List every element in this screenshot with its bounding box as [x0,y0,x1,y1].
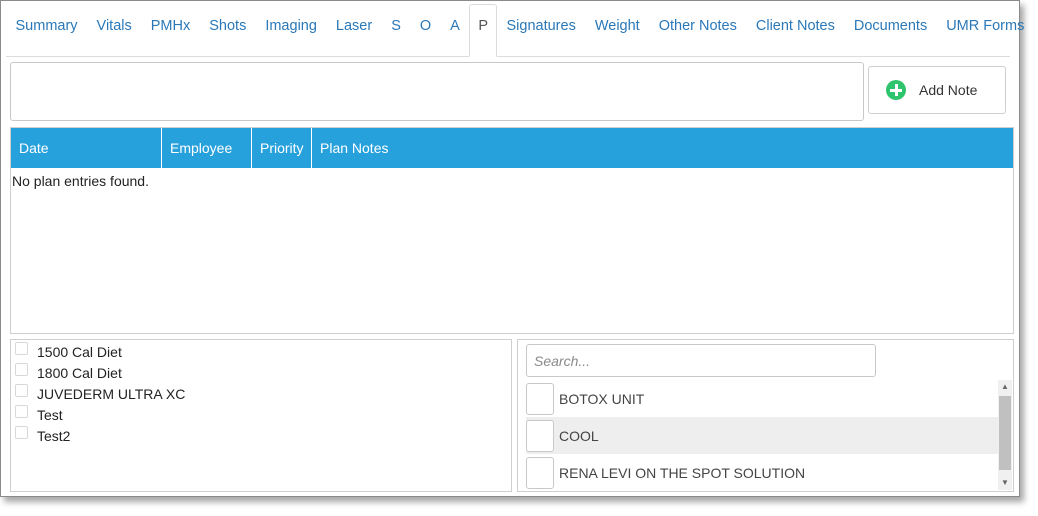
tab-a[interactable]: A [441,4,470,48]
checklist-label: 1500 Cal Diet [37,343,122,360]
tab-laser[interactable]: Laser [326,4,381,48]
list-item[interactable]: COOL [526,417,998,454]
list-item[interactable]: 1800 Cal Diet [11,362,511,383]
checkbox[interactable] [526,419,554,452]
checkbox[interactable] [15,405,28,418]
checklist-label: 1800 Cal Diet [37,364,122,381]
list-item[interactable]: JUVEDERM ULTRA XC [11,383,511,404]
tab-summary[interactable]: Summary [6,4,87,48]
scroll-down-arrow-icon[interactable]: ▼ [998,476,1012,490]
search-results-list: BOTOX UNIT COOL RENA LEVI ON THE SPOT SO… [526,380,998,491]
scroll-up-arrow-icon[interactable]: ▲ [998,380,1012,394]
tab-bar: Summary Vitals PMHx Shots Imaging Laser … [6,4,1024,57]
option-label: COOL [559,427,599,444]
list-item[interactable]: RENA LEVI ON THE SPOT SOLUTION [526,454,998,491]
tab-other-notes[interactable]: Other Notes [649,4,746,48]
checklist-label: Test [37,406,63,423]
product-search-panel: BOTOX UNIT COOL RENA LEVI ON THE SPOT SO… [517,339,1014,492]
plan-checklist: 1500 Cal Diet 1800 Cal Diet JUVEDERM ULT… [10,339,512,492]
plan-note-input[interactable] [10,62,864,121]
checklist-label: JUVEDERM ULTRA XC [37,385,186,402]
tab-pmhx[interactable]: PMHx [141,4,199,48]
checkbox[interactable] [15,426,28,439]
option-label: BOTOX UNIT [559,390,645,407]
column-header-plan-notes[interactable]: Plan Notes [312,128,1013,168]
option-label: RENA LEVI ON THE SPOT SOLUTION [559,464,806,481]
tab-documents[interactable]: Documents [844,4,936,48]
grid-header: Date Employee Priority Plan Notes [11,128,1013,168]
checkbox[interactable] [15,384,28,397]
add-note-button[interactable]: Add Note [868,66,1006,114]
checkbox[interactable] [526,456,554,489]
plan-window: Summary Vitals PMHx Shots Imaging Laser … [0,0,1024,497]
tab-vitals[interactable]: Vitals [87,4,141,48]
tab-imaging[interactable]: Imaging [256,4,327,48]
tab-p[interactable]: P [469,4,497,57]
plus-circle-icon [886,80,906,100]
grid-empty-message: No plan entries found. [12,173,149,189]
column-header-date[interactable]: Date [11,128,162,168]
column-header-employee[interactable]: Employee [162,128,252,168]
tab-umr-forms[interactable]: UMR Forms [937,4,1034,48]
column-header-priority[interactable]: Priority [252,128,312,168]
list-item[interactable]: 1500 Cal Diet [11,341,511,362]
search-input[interactable] [526,344,876,377]
add-note-label: Add Note [919,82,978,98]
list-item[interactable]: Test [11,404,511,425]
tab-o[interactable]: O [410,4,440,48]
tab-client-notes[interactable]: Client Notes [746,4,844,48]
checkbox[interactable] [526,382,554,415]
plan-entries-grid: Date Employee Priority Plan Notes No pla… [10,127,1014,334]
scroll-thumb[interactable] [999,396,1011,470]
tab-s[interactable]: S [382,4,411,48]
checklist-label: Test2 [37,427,71,444]
list-item[interactable]: Test2 [11,425,511,446]
list-item[interactable]: BOTOX UNIT [526,380,998,417]
tab-shots[interactable]: Shots [200,4,256,48]
tab-weight[interactable]: Weight [585,4,649,48]
tab-signatures[interactable]: Signatures [497,4,585,48]
results-scrollbar[interactable]: ▲ ▼ [998,380,1012,490]
checkbox[interactable] [15,363,28,376]
checkbox[interactable] [15,342,28,355]
